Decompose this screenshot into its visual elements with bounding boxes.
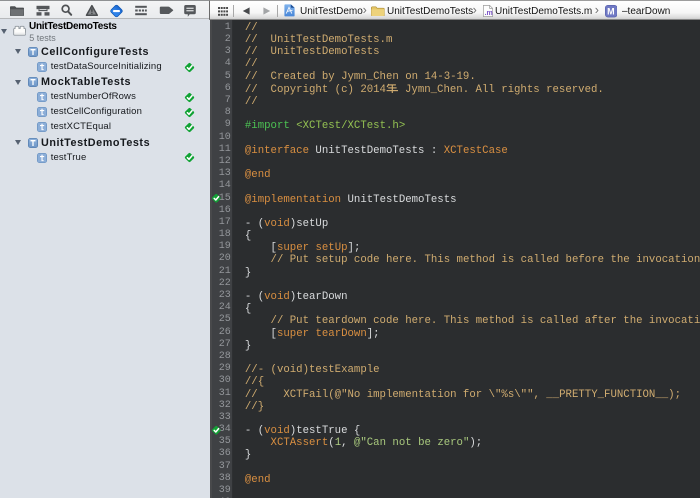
svg-text:.m: .m <box>484 10 492 17</box>
svg-text:M: M <box>607 7 614 17</box>
